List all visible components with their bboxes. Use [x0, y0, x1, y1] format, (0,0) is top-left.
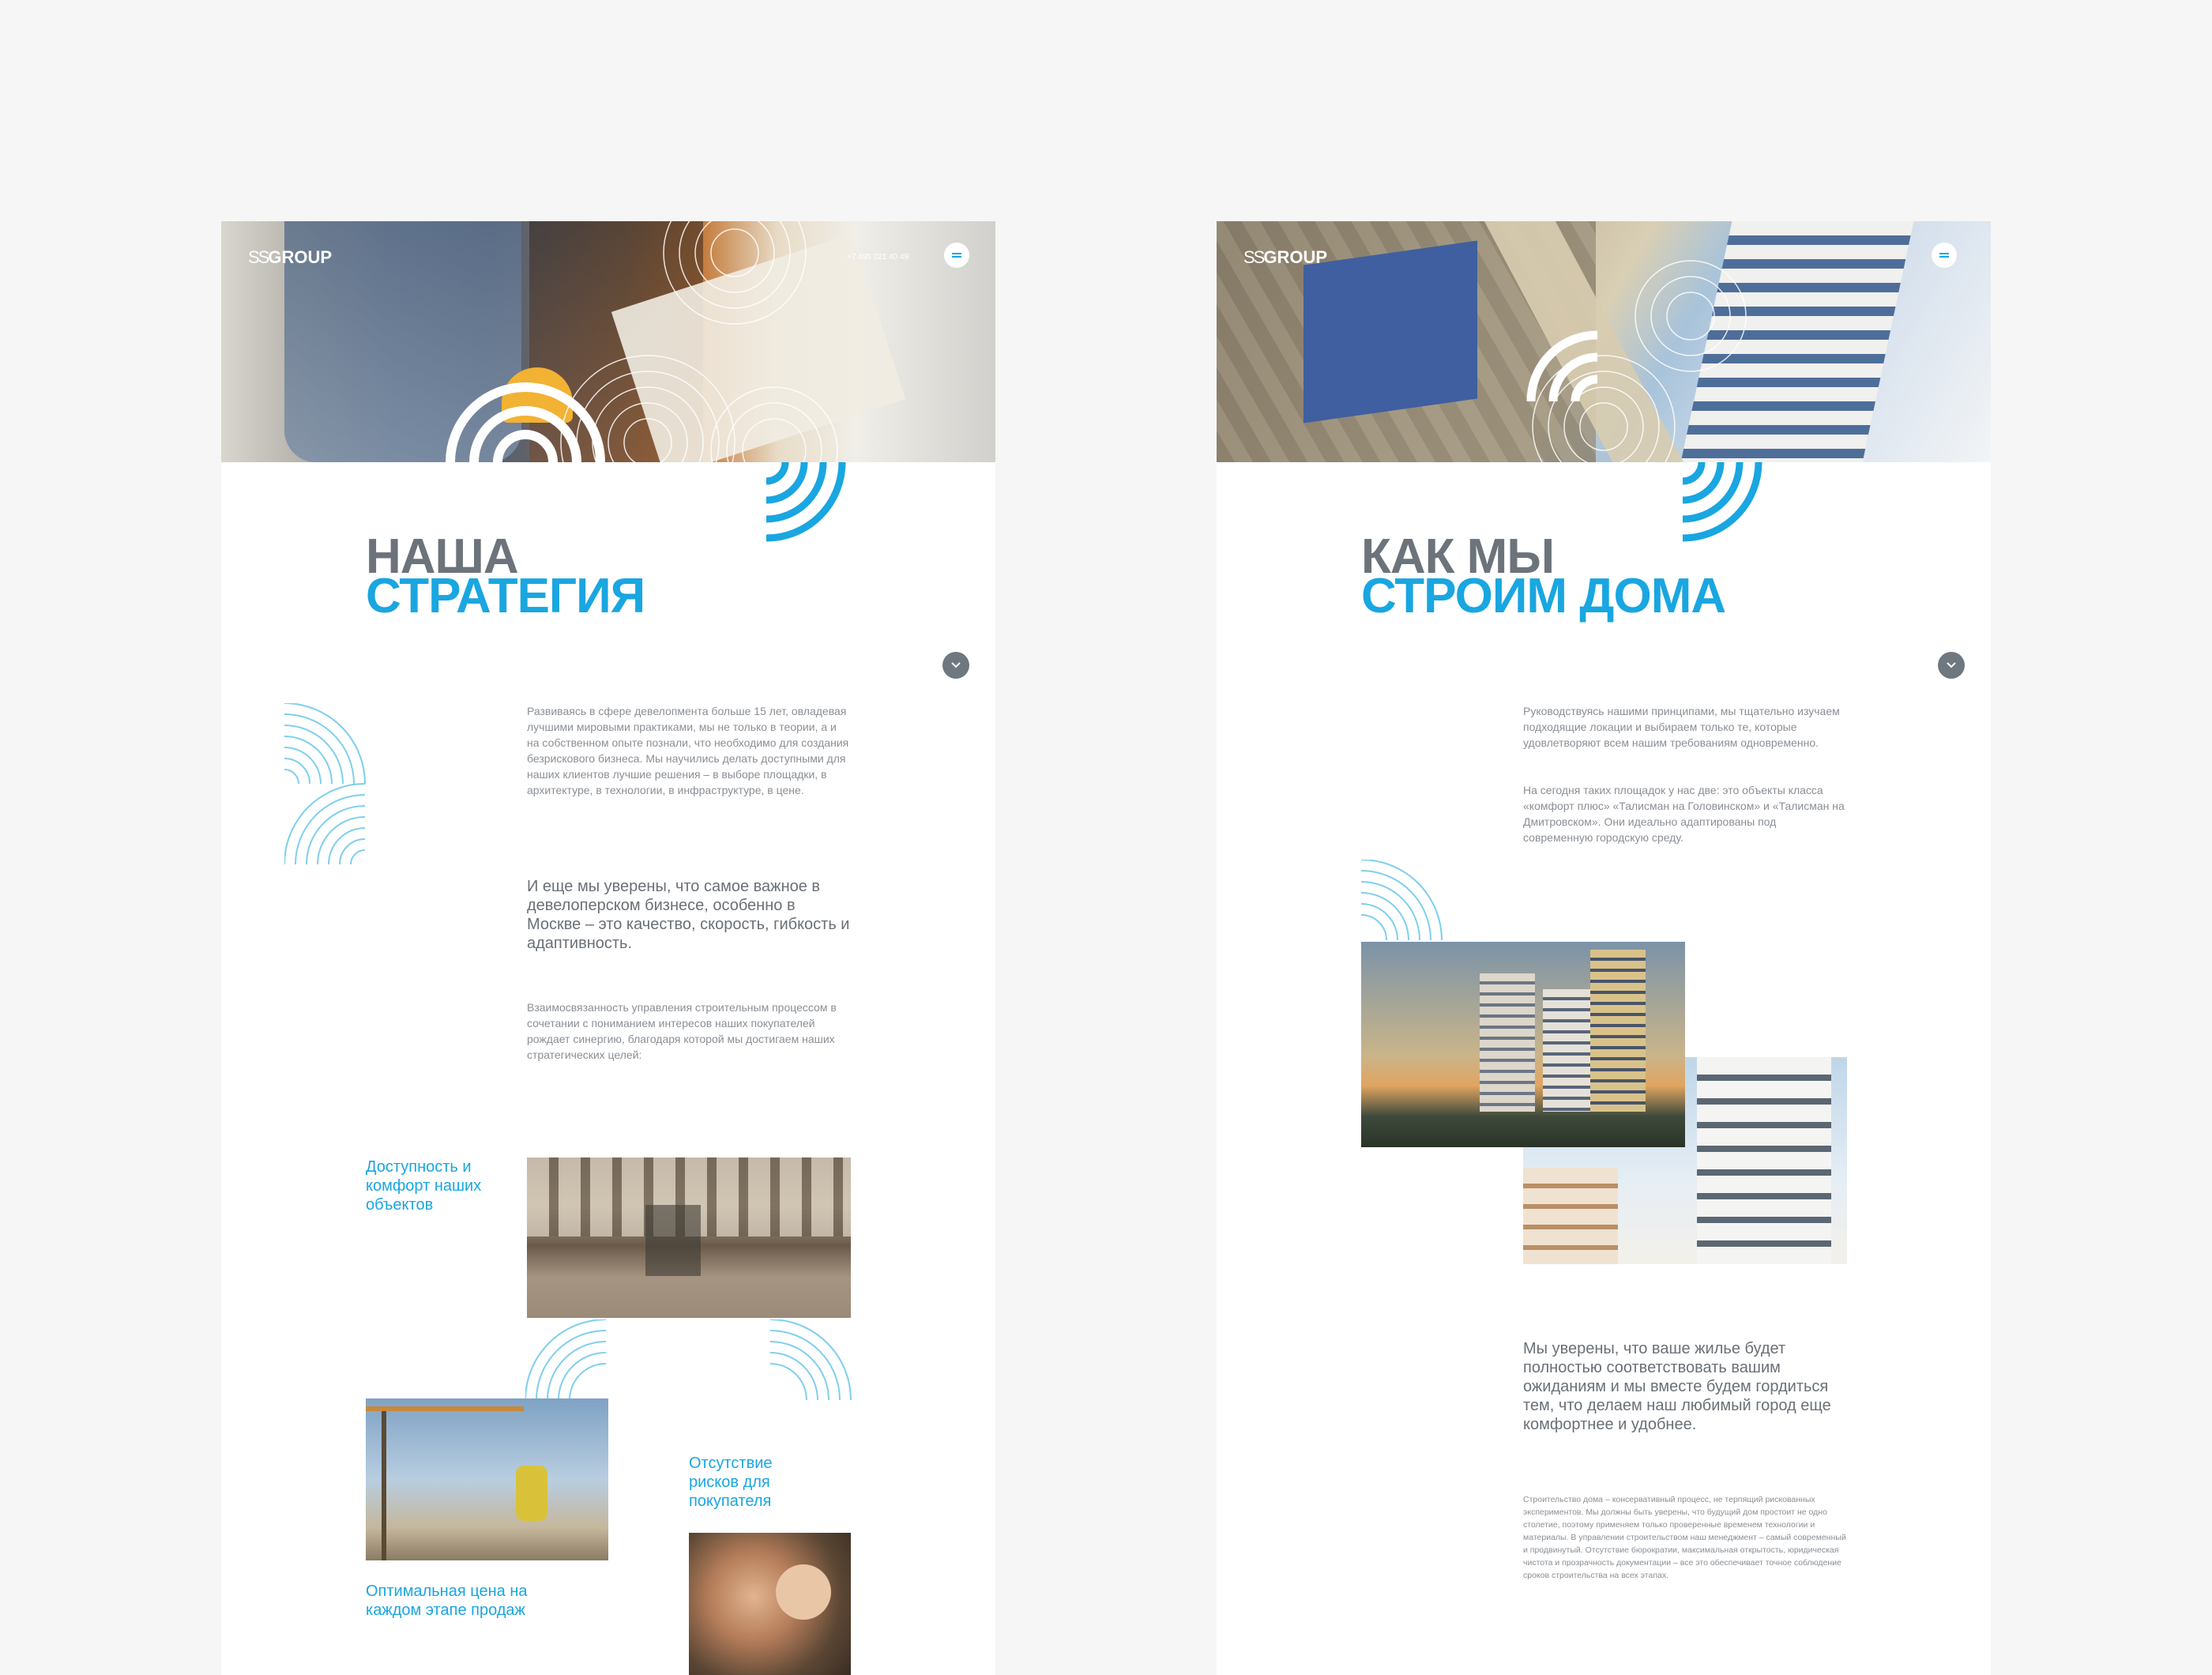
arc-pattern-icon	[525, 1319, 852, 1401]
strategy-page: SSGROUP +7 495 021 40 49 Наша Стратегия …	[221, 221, 995, 1675]
complex-render-photo	[1361, 942, 1685, 1147]
menu-icon	[1939, 253, 1949, 258]
scroll-down-button[interactable]	[1938, 652, 1965, 679]
principles-paragraph: Руководствуясь нашими принципами, мы тща…	[1523, 705, 1840, 749]
arc-pattern-icon	[766, 462, 846, 542]
menu-button[interactable]	[1932, 243, 1957, 268]
menu-button[interactable]	[944, 243, 969, 268]
logo[interactable]: SSGROUP	[1243, 247, 1327, 268]
scroll-down-button[interactable]	[942, 652, 969, 679]
arc-pattern-icon	[1361, 860, 1443, 941]
arc-pattern-icon	[284, 703, 366, 865]
construction-paragraph: Строительство дома – консервативный проц…	[1523, 1495, 1846, 1580]
construction-photo	[366, 1398, 608, 1560]
page-title: Как мы строим дома	[1361, 529, 1726, 623]
goal-caption-risk: Отсутствие рисков для покупателя	[689, 1455, 773, 1510]
logo[interactable]: SSGROUP	[248, 247, 332, 268]
courtyard-photo	[527, 1157, 851, 1318]
highlight-paragraph: И еще мы уверены, что самое важное в дев…	[527, 878, 850, 952]
arc-pattern-icon	[1683, 462, 1762, 542]
hero-image	[1217, 221, 1991, 462]
goal-caption-price: Оптимальная цена на каждом этапе продаж	[366, 1583, 528, 1619]
confidence-paragraph: Мы уверены, что ваше жилье будет полност…	[1523, 1340, 1831, 1433]
chevron-down-icon	[951, 662, 961, 668]
phone-link[interactable]: +7 495 021 40 49	[847, 253, 908, 262]
chevron-down-icon	[1947, 662, 1956, 668]
how-we-build-page: SSGROUP Как мы строим дома Руководствуяс…	[1217, 221, 1991, 1675]
intro-paragraph: Развиваясь в сфере девелопмента больше 1…	[527, 705, 849, 796]
synergy-paragraph: Взаимосвязанность управления строительны…	[527, 1001, 837, 1061]
family-photo	[689, 1533, 851, 1675]
arc-pattern-icon	[1526, 260, 1747, 462]
sites-paragraph: На сегодня таких площадок у нас две: это…	[1523, 784, 1845, 844]
page-title: Наша Стратегия	[366, 529, 645, 623]
menu-icon	[952, 253, 961, 258]
goal-caption-comfort: Доступность и комфорт наших объектов	[366, 1158, 482, 1214]
